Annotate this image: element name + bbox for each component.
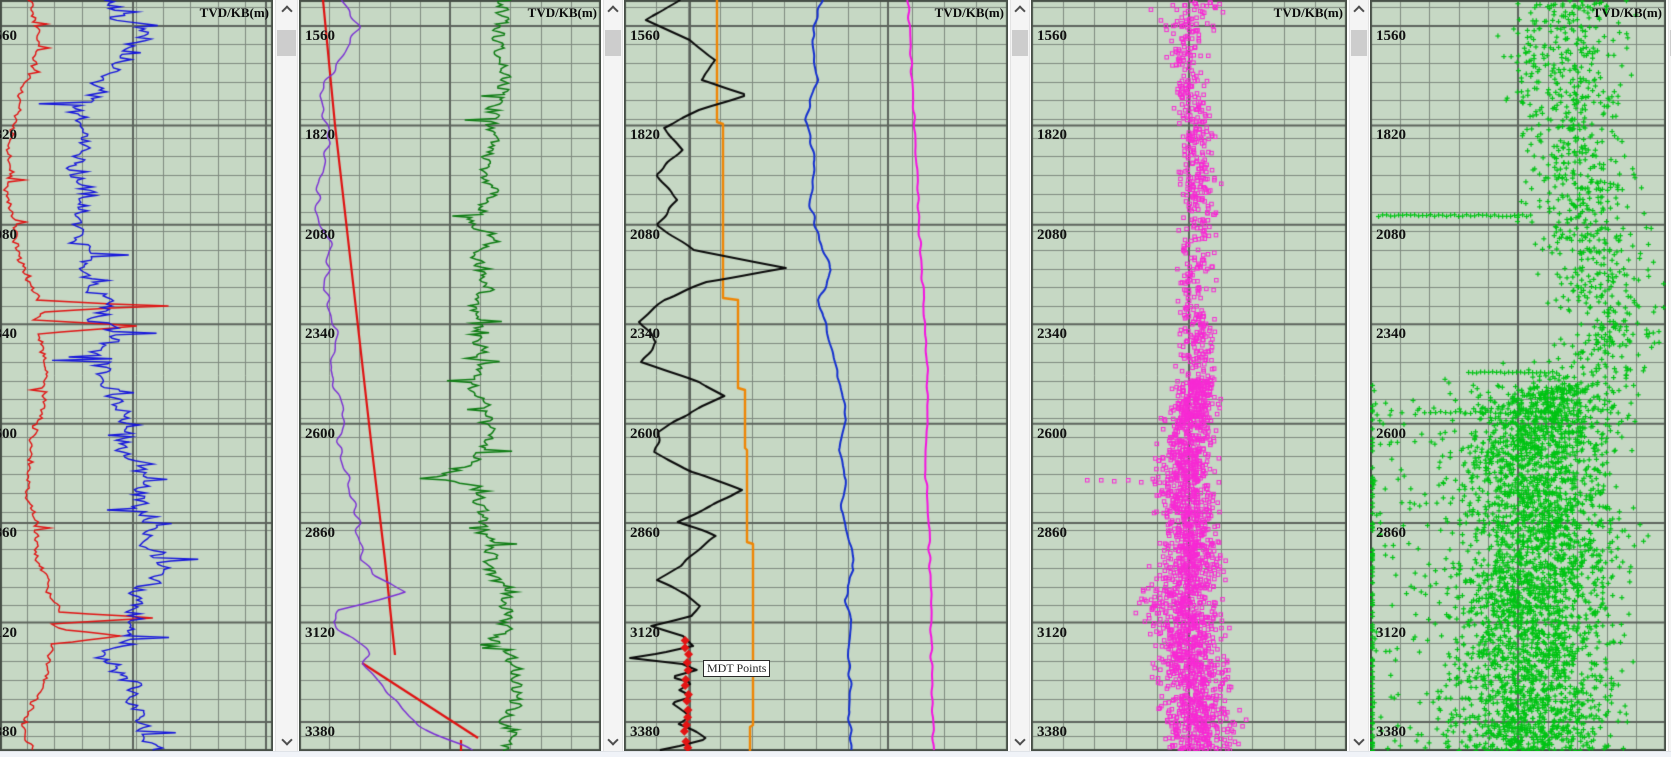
depth-label: 3120 [305,626,335,641]
depth-label: 3380 [630,725,660,740]
depth-label: 1560 [1376,29,1406,44]
scroll-up-button[interactable] [276,2,297,17]
depth-label: 3380 [1376,725,1406,740]
log-plot-canvas[interactable] [1031,0,1347,751]
depth-label: 2080 [0,228,17,243]
scroll-down-button[interactable] [276,735,297,750]
depth-label: 1820 [630,128,660,143]
chevron-up-icon [281,5,292,16]
depth-label: 3120 [1037,626,1067,641]
mdt-points-annotation: MDT Points [703,660,770,677]
depth-axis-unit-label: TVD/KB(m) [200,5,269,21]
scroll-up-button[interactable] [1011,2,1029,17]
depth-label: 2600 [1376,427,1406,442]
depth-label: 2340 [0,327,17,342]
depth-label: 1820 [1376,128,1406,143]
log-plot-canvas[interactable] [299,0,601,751]
depth-axis-unit-label: TVD/KB(m) [528,5,597,21]
scroll-thumb[interactable] [277,30,296,56]
depth-label: 2340 [305,327,335,342]
track-3-caliper-pressure: 1560 1820 2080 2340 2600 2860 3120 3380 TVD/KB(m… [624,0,1008,751]
track-2-sonic-density: 1560 1820 2080 2340 2600 2860 3120 3380 TVD/KB(m… [299,0,601,751]
depth-label: 2080 [305,228,335,243]
depth-label: 3380 [1037,725,1067,740]
depth-label: 3120 [630,626,660,641]
depth-label: 1820 [1037,128,1067,143]
log-plot-canvas[interactable] [0,0,273,751]
scroll-thumb[interactable] [1012,30,1028,56]
depth-label: 2080 [630,228,660,243]
depth-label: 2080 [1037,228,1067,243]
chevron-up-icon [607,5,618,16]
chevron-down-icon [1014,734,1025,745]
depth-label: 2600 [305,427,335,442]
depth-label: 2340 [630,327,660,342]
depth-label: 2600 [630,427,660,442]
track-vertical-scrollbar[interactable] [275,0,298,753]
track-5-scatter-green: 1560 1820 2080 2340 2600 2860 3120 3380 TVD/KB(m… [1370,0,1666,751]
depth-label: 2600 [0,427,17,442]
depth-label: 2860 [1037,526,1067,541]
depth-label: 1820 [0,128,17,143]
depth-axis-unit-label: TVD/KB(m) [1593,5,1662,21]
depth-axis-unit-label: TVD/KB(m) [1274,5,1343,21]
window-bottom-edge [0,751,1671,757]
depth-label: 2600 [1037,427,1067,442]
depth-label: 2340 [1376,327,1406,342]
depth-label: 2860 [305,526,335,541]
scroll-thumb[interactable] [1351,30,1367,56]
scroll-down-button[interactable] [1011,735,1029,750]
depth-label: 1560 [0,29,17,44]
chevron-up-icon [1014,5,1025,16]
well-log-viewer: 1560 1820 2080 2340 2600 2860 3120 3380 TVD/KB(m… [0,0,1671,757]
scroll-down-button[interactable] [1350,735,1368,750]
chevron-down-icon [1353,734,1364,745]
chevron-up-icon [1353,5,1364,16]
depth-label: 1560 [305,29,335,44]
depth-label: 3120 [0,626,17,641]
depth-label: 2860 [1376,526,1406,541]
chevron-down-icon [607,734,618,745]
depth-label: 3120 [1376,626,1406,641]
depth-label: 1560 [630,29,660,44]
scroll-down-button[interactable] [604,735,622,750]
depth-label: 3380 [305,725,335,740]
track-1-resistivity: 1560 1820 2080 2340 2600 2860 3120 3380 TVD/KB(m… [0,0,273,751]
track-vertical-scrollbar[interactable] [1010,0,1030,753]
depth-label: 1820 [305,128,335,143]
depth-label: 2340 [1037,327,1067,342]
depth-label: 1560 [1037,29,1067,44]
depth-axis-unit-label: TVD/KB(m) [935,5,1004,21]
depth-label: 3380 [0,725,17,740]
chevron-down-icon [281,734,292,745]
track-vertical-scrollbar[interactable] [1349,0,1369,753]
track-vertical-scrollbar[interactable] [603,0,623,753]
track-4-scatter-magenta: 1560 1820 2080 2340 2600 2860 3120 3380 TVD/KB(m… [1031,0,1347,751]
depth-label: 2860 [0,526,17,541]
scroll-up-button[interactable] [1350,2,1368,17]
log-plot-canvas[interactable] [1370,0,1666,751]
depth-label: 2860 [630,526,660,541]
scroll-up-button[interactable] [604,2,622,17]
log-plot-canvas[interactable] [624,0,1008,751]
depth-label: 2080 [1376,228,1406,243]
scroll-thumb[interactable] [605,30,621,56]
